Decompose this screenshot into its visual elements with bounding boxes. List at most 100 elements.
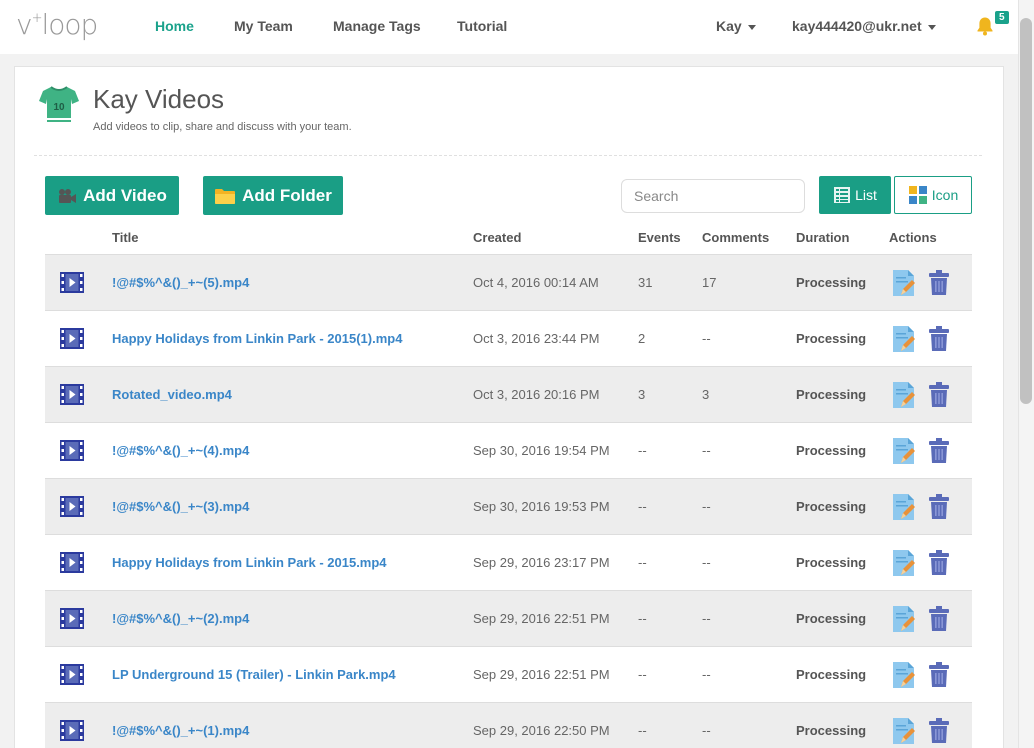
user-email-dropdown[interactable]: kay444420@ukr.net (792, 18, 936, 34)
video-duration-status: Processing (796, 723, 867, 738)
video-created-date: Oct 3, 2016 20:16 PM (473, 387, 600, 402)
edit-icon[interactable] (892, 605, 916, 633)
video-comments-count: -- (702, 667, 711, 682)
icon-view-label: Icon (931, 187, 959, 203)
trash-icon[interactable] (929, 326, 949, 352)
column-header-created[interactable]: Created (473, 230, 521, 245)
nav-manage-tags[interactable]: Manage Tags (333, 18, 421, 34)
logo-text-plus: + (31, 11, 43, 26)
edit-icon[interactable] (892, 325, 916, 353)
table-row: !@#$%^&()_+~(3).mp4 Sep 30, 2016 19:53 P… (45, 478, 972, 534)
vloop-logo[interactable]: v+loop (16, 8, 98, 41)
search-input[interactable] (621, 179, 805, 213)
table-row: Rotated_video.mp4 Oct 3, 2016 20:16 PM 3… (45, 366, 972, 422)
trash-icon[interactable] (929, 382, 949, 408)
video-duration-status: Processing (796, 443, 867, 458)
list-view-button[interactable]: List (819, 176, 891, 214)
video-title-link[interactable]: Happy Holidays from Linkin Park - 2015.m… (112, 535, 387, 590)
edit-icon[interactable] (892, 493, 916, 521)
nav-home[interactable]: Home (155, 18, 194, 34)
film-icon[interactable] (60, 664, 84, 685)
logo-text-v: v (16, 8, 33, 41)
video-title-link[interactable]: !@#$%^&()_+~(2).mp4 (112, 591, 249, 646)
add-folder-button[interactable]: Add Folder (203, 176, 343, 215)
video-duration-status: Processing (796, 667, 867, 682)
video-comments-count: -- (702, 555, 711, 570)
film-icon[interactable] (60, 720, 84, 741)
trash-icon[interactable] (929, 662, 949, 688)
table-row: Happy Holidays from Linkin Park - 2015.m… (45, 534, 972, 590)
film-icon[interactable] (60, 496, 84, 517)
add-video-button[interactable]: Add Video (45, 176, 179, 215)
user-name-dropdown[interactable]: Kay (716, 18, 756, 34)
icon-view-button[interactable]: Icon (894, 176, 972, 214)
trash-icon[interactable] (929, 718, 949, 744)
header-divider (34, 155, 982, 156)
video-events-count: -- (638, 443, 647, 458)
film-icon[interactable] (60, 440, 84, 461)
edit-icon[interactable] (892, 269, 916, 297)
chevron-down-icon (747, 24, 756, 30)
trash-icon[interactable] (929, 438, 949, 464)
video-title-link[interactable]: Rotated_video.mp4 (112, 367, 232, 422)
film-icon[interactable] (60, 608, 84, 629)
column-header-comments[interactable]: Comments (702, 230, 769, 245)
column-header-duration[interactable]: Duration (796, 230, 849, 245)
video-comments-count: 17 (702, 275, 717, 290)
edit-icon[interactable] (892, 661, 916, 689)
trash-icon[interactable] (929, 494, 949, 520)
table-row: !@#$%^&()_+~(2).mp4 Sep 29, 2016 22:51 P… (45, 590, 972, 646)
film-icon[interactable] (60, 552, 84, 573)
table-row: Happy Holidays from Linkin Park - 2015(1… (45, 310, 972, 366)
add-video-label: Add Video (83, 185, 167, 205)
grid-icon (908, 186, 927, 204)
video-events-count: 2 (638, 331, 646, 346)
camera-icon (59, 188, 77, 203)
video-duration-status: Processing (796, 611, 867, 626)
jersey-icon: 10 (39, 86, 79, 122)
table-row: !@#$%^&()_+~(5).mp4 Oct 4, 2016 00:14 AM… (45, 254, 972, 310)
edit-icon[interactable] (892, 549, 916, 577)
column-header-events[interactable]: Events (638, 230, 681, 245)
video-title-link[interactable]: !@#$%^&()_+~(1).mp4 (112, 703, 249, 748)
column-header-actions: Actions (889, 230, 937, 245)
film-icon[interactable] (60, 272, 84, 293)
video-comments-count: -- (702, 611, 711, 626)
video-events-count: -- (638, 499, 647, 514)
logo-text-loop: loop (41, 8, 98, 41)
list-icon (834, 187, 851, 203)
edit-icon[interactable] (892, 717, 916, 745)
video-events-count: -- (638, 723, 647, 738)
video-title-link[interactable]: !@#$%^&()_+~(4).mp4 (112, 423, 249, 478)
column-header-title[interactable]: Title (112, 230, 139, 245)
video-created-date: Sep 29, 2016 23:17 PM (473, 555, 610, 570)
table-row: LP Underground 15 (Trailer) - Linkin Par… (45, 646, 972, 702)
page-scrollbar-thumb[interactable] (1020, 18, 1032, 404)
edit-icon[interactable] (892, 381, 916, 409)
film-icon[interactable] (60, 328, 84, 349)
video-title-link[interactable]: !@#$%^&()_+~(3).mp4 (112, 479, 249, 534)
video-created-date: Sep 29, 2016 22:50 PM (473, 723, 610, 738)
page-subtitle: Add videos to clip, share and discuss wi… (93, 121, 352, 133)
folder-icon (215, 188, 236, 204)
video-events-count: -- (638, 667, 647, 682)
video-title-link[interactable]: Happy Holidays from Linkin Park - 2015(1… (112, 311, 402, 366)
video-comments-count: 3 (702, 387, 710, 402)
jersey-number: 10 (53, 102, 65, 113)
video-comments-count: -- (702, 443, 711, 458)
video-events-count: 3 (638, 387, 646, 402)
edit-icon[interactable] (892, 437, 916, 465)
video-duration-status: Processing (796, 499, 867, 514)
nav-tutorial[interactable]: Tutorial (457, 18, 507, 34)
nav-my-team[interactable]: My Team (234, 18, 293, 34)
bell-icon[interactable] (975, 16, 995, 36)
trash-icon[interactable] (929, 550, 949, 576)
video-title-link[interactable]: LP Underground 15 (Trailer) - Linkin Par… (112, 647, 396, 702)
video-duration-status: Processing (796, 331, 867, 346)
trash-icon[interactable] (929, 606, 949, 632)
video-title-link[interactable]: !@#$%^&()_+~(5).mp4 (112, 255, 249, 310)
page-title: Kay Videos (93, 84, 225, 114)
add-folder-label: Add Folder (242, 185, 332, 205)
film-icon[interactable] (60, 384, 84, 405)
trash-icon[interactable] (929, 270, 949, 296)
